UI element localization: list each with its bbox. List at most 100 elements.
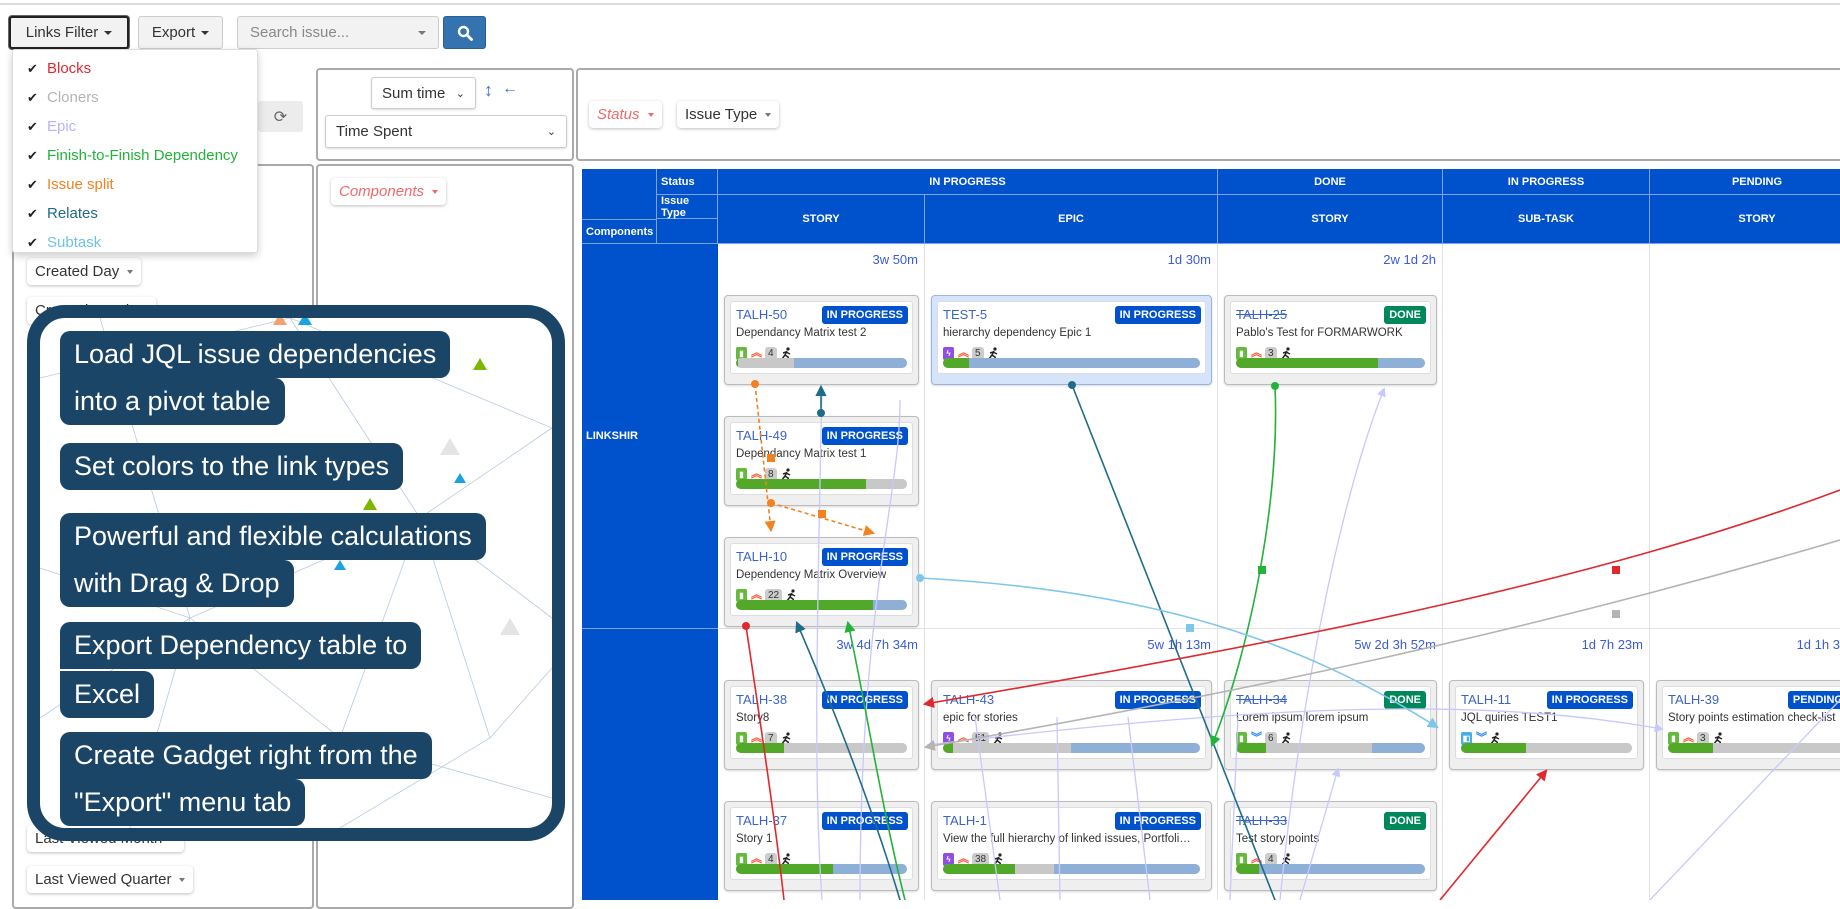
column-issue-type-header[interactable]: STORY <box>1218 195 1443 244</box>
issue-card[interactable]: TALH-38 IN PROGRESS Story8 ▮ ︽ 7 <box>724 680 919 770</box>
sort-cols-icon[interactable]: ← <box>502 80 518 98</box>
export-button[interactable]: Export <box>138 16 223 49</box>
link-type-label: Blocks <box>47 60 92 77</box>
column-status-header[interactable]: DONE <box>1218 169 1443 195</box>
link-type-relates[interactable]: ✔ Relates <box>13 199 257 228</box>
issue-key-link[interactable]: TALH-34 <box>1236 692 1287 707</box>
issue-summary: Story8 <box>736 712 770 724</box>
refresh-button[interactable]: ⟳ <box>258 101 303 132</box>
column-status-header[interactable]: IN PROGRESS <box>718 169 1218 195</box>
issue-card[interactable]: TALH-1 IN PROGRESS View the full hierarc… <box>931 801 1212 891</box>
issue-card[interactable]: TEST-5 IN PROGRESS hierarchy dependency … <box>931 295 1212 385</box>
issue-card-body: TALH-33 DONE Test story points ▮ ︽ 4 <box>1230 807 1431 880</box>
issue-key-link[interactable]: TALH-38 <box>736 692 787 707</box>
issue-key-link[interactable]: TALH-39 <box>1668 692 1719 707</box>
column-status-header[interactable]: PENDING <box>1650 169 1840 195</box>
issue-card[interactable]: TALH-34 DONE Lorem ipsum lorem ipsum ▮ ︾… <box>1224 680 1437 770</box>
feature-bubble: into a pivot table <box>60 378 285 425</box>
issue-key-link[interactable]: TALH-10 <box>736 549 787 564</box>
priority-highest-icon: ︽ <box>751 467 762 480</box>
cell-total: 1d 30m <box>1167 252 1211 267</box>
issue-key-link[interactable]: TALH-33 <box>1236 813 1287 828</box>
link-type-issue-split[interactable]: ✔ Issue split <box>13 170 257 199</box>
issue-card[interactable]: TALH-43 IN PROGRESS epic for stories ϟ ︽… <box>931 680 1212 770</box>
issue-key-link[interactable]: TALH-1 <box>943 813 987 828</box>
column-field-status[interactable]: Status <box>589 101 662 128</box>
column-issue-type-header[interactable]: EPIC <box>925 195 1218 244</box>
progress-estimate <box>968 358 1200 368</box>
matrix-cell: 5w 2d 3h 52m TALH-34 DONE Lorem ipsum lo… <box>1218 629 1443 900</box>
progress-done <box>1461 743 1526 753</box>
issue-card-body: TALH-39 PENDING Story points estimation … <box>1662 686 1840 759</box>
header-components-label: Components <box>582 219 657 244</box>
status-badge: IN PROGRESS <box>1114 306 1201 324</box>
issue-card[interactable]: TALH-39 PENDING Story points estimation … <box>1656 680 1840 770</box>
issue-key-link[interactable]: TALH-25 <box>1236 307 1287 322</box>
link-type-subtask[interactable]: ✔ Subtask <box>13 228 257 257</box>
issue-summary: Dependancy Matrix test 1 <box>736 448 867 460</box>
issue-card-body: TEST-5 IN PROGRESS hierarchy dependency … <box>937 301 1206 374</box>
search-button[interactable] <box>443 16 486 49</box>
column-status-header[interactable]: IN PROGRESS <box>1443 169 1650 195</box>
column-issue-type-header[interactable]: STORY <box>1650 195 1840 244</box>
check-icon: ✔ <box>27 118 38 134</box>
feature-bubble: Create Gadget right from the <box>60 732 432 779</box>
issue-key-link[interactable]: TALH-49 <box>736 428 787 443</box>
caret-down-icon <box>127 269 134 274</box>
issue-key-link[interactable]: TALH-11 <box>1461 692 1511 707</box>
issue-card[interactable]: TALH-33 DONE Test story points ▮ ︽ 4 <box>1224 801 1437 891</box>
progress-bar <box>736 864 907 874</box>
progress-done <box>736 864 834 874</box>
aggregator-select[interactable]: Sum time ⌄ <box>371 77 476 109</box>
issue-key-link[interactable]: TALH-43 <box>943 692 994 707</box>
issue-summary: epic for stories <box>943 712 1018 724</box>
issue-key-link[interactable]: TEST-5 <box>943 307 987 322</box>
link-type-epic[interactable]: ✔ Epic <box>13 112 257 141</box>
field-last-viewed-quarter[interactable]: Last Viewed Quarter <box>27 866 194 893</box>
matrix-cell <box>1650 244 1840 629</box>
issue-key-link[interactable]: TALH-50 <box>736 307 787 322</box>
status-badge: DONE <box>1384 812 1426 830</box>
value-field-select[interactable]: Time Spent ⌄ <box>325 115 567 148</box>
progress-remaining <box>1525 743 1632 753</box>
issue-card[interactable]: TALH-49 IN PROGRESS Dependancy Matrix te… <box>724 416 919 506</box>
search-placeholder: Search issue... <box>250 24 350 41</box>
caret-down-icon <box>765 112 772 117</box>
field-created-day[interactable]: Created Day <box>27 258 142 285</box>
status-badge: IN PROGRESS <box>821 427 908 445</box>
column-issue-type-header[interactable]: SUB-TASK <box>1443 195 1650 244</box>
caret-down-icon <box>432 189 439 194</box>
issue-card[interactable]: TALH-11 IN PROGRESS JQL quiries TEST1 ◧ … <box>1449 680 1644 770</box>
progress-estimate <box>794 358 907 368</box>
value-field-value: Time Spent <box>336 123 413 140</box>
caret-down-icon <box>104 30 113 35</box>
link-type-label: Subtask <box>47 234 102 251</box>
issue-key-link[interactable]: TALH-37 <box>736 813 787 828</box>
matrix-cell: 5w 1h 13m TALH-43 IN PROGRESS epic for s… <box>925 629 1218 900</box>
status-badge: DONE <box>1384 691 1426 709</box>
caret-down-icon <box>418 30 426 35</box>
links-filter-button[interactable]: Links Filter <box>9 16 129 49</box>
issue-card[interactable]: TALH-50 IN PROGRESS Dependancy Matrix te… <box>724 295 919 385</box>
sort-rows-icon[interactable]: ↕ <box>484 80 493 101</box>
link-type-finish-to-finish-dependency[interactable]: ✔ Finish-to-Finish Dependency <box>13 141 257 170</box>
column-issue-type-header[interactable]: STORY <box>718 195 925 244</box>
row-field-components[interactable]: Components <box>331 178 447 205</box>
feature-bubble: Export Dependency table to <box>60 622 422 669</box>
issue-card[interactable]: TALH-25 DONE Pablo's Test for FORMARWORK… <box>1224 295 1437 385</box>
link-type-cloners[interactable]: ✔ Cloners <box>13 83 257 112</box>
progress-bar <box>1236 864 1425 874</box>
row-component-header[interactable] <box>582 629 718 900</box>
row-component-header[interactable]: LINKSHIR <box>582 244 718 629</box>
link-type-label: Cloners <box>47 89 99 106</box>
issue-card-body: TALH-34 DONE Lorem ipsum lorem ipsum ▮ ︾… <box>1230 686 1431 759</box>
chevron-down-icon: ⌄ <box>455 87 465 100</box>
links-filter-label: Links Filter <box>25 24 99 41</box>
issue-card[interactable]: TALH-37 IN PROGRESS Story 1 ▮ ︽ 4 <box>724 801 919 891</box>
search-issue-input[interactable]: Search issue... <box>237 16 439 49</box>
link-type-blocks[interactable]: ✔ Blocks <box>13 54 257 83</box>
progress-estimate <box>1258 864 1425 874</box>
issue-summary: Story 1 <box>736 833 773 845</box>
column-field-issue-type[interactable]: Issue Type <box>677 101 780 128</box>
issue-card[interactable]: TALH-10 IN PROGRESS Dependency Matrix Ov… <box>724 537 919 627</box>
